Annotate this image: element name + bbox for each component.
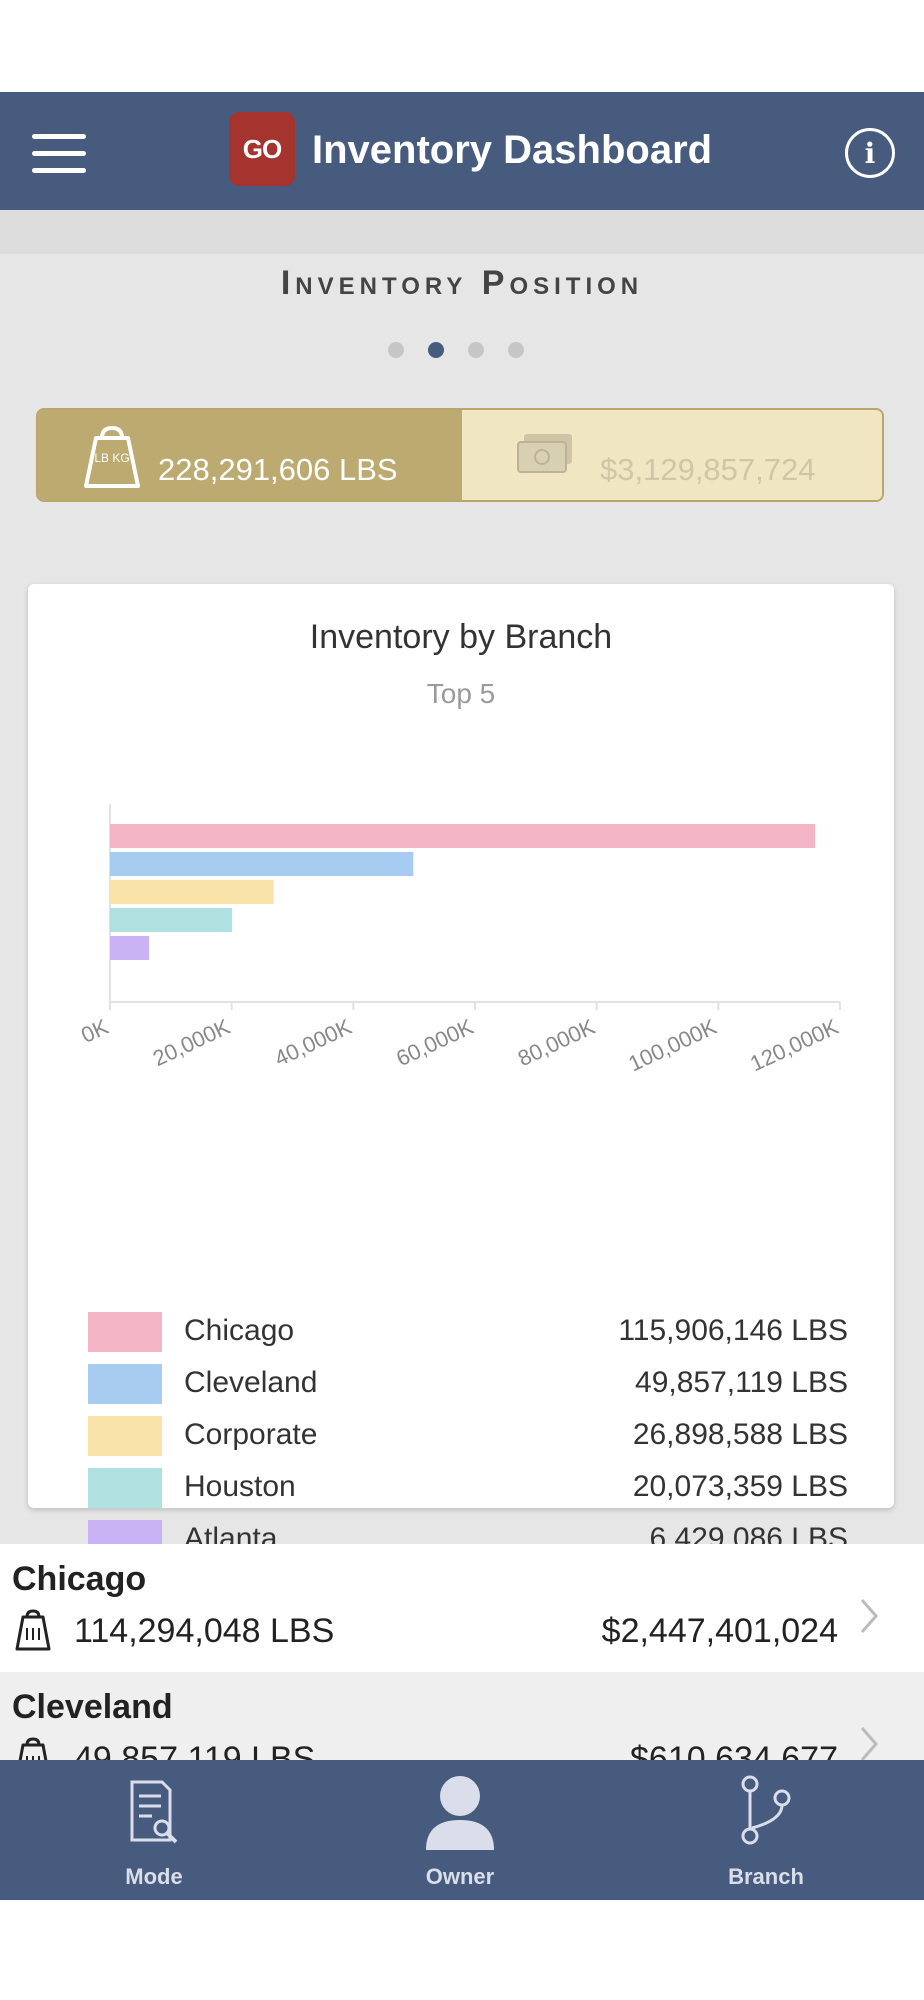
- branch-value: $2,447,401,024: [601, 1612, 838, 1650]
- legend-swatch: [88, 1468, 162, 1508]
- app-title: Inventory Dashboard: [312, 128, 713, 172]
- weight-icon: LB KG: [84, 425, 140, 488]
- bar-cleveland: [110, 852, 414, 876]
- chevron-right-icon: [860, 1599, 878, 1633]
- weight-total: 228,291,606 LBS: [158, 452, 398, 487]
- legend-row: Houston 20,073,359 LBS: [88, 1464, 848, 1512]
- legend-swatch: [88, 1312, 162, 1352]
- x-tick-label: 0K: [77, 1014, 112, 1048]
- bar-atlanta: [110, 936, 150, 960]
- legend-row: Chicago 115,906,146 LBS: [88, 1308, 848, 1356]
- legend-swatch: [88, 1416, 162, 1456]
- value-toggle-button[interactable]: $3,129,857,724: [462, 410, 882, 500]
- page-dot-2[interactable]: [428, 342, 444, 358]
- legend-row: Cleveland 49,857,119 LBS: [88, 1360, 848, 1408]
- page-indicator: [388, 342, 538, 362]
- chart-card: Inventory by Branch Top 5 0K 20,000K 40,00…: [28, 584, 894, 1560]
- x-tick-label: 80,000K: [514, 1014, 599, 1071]
- page-dot-3[interactable]: [468, 342, 484, 358]
- legend-name: Houston: [184, 1470, 296, 1503]
- legend-name: Chicago: [184, 1314, 295, 1347]
- nav-label-owner: Owner: [425, 1864, 495, 1889]
- bottom-nav: Mode Owner Branch: [0, 1760, 924, 1900]
- x-tick-label: 20,000K: [149, 1014, 234, 1071]
- nav-branch[interactable]: Branch: [666, 1760, 866, 1900]
- menu-icon[interactable]: [32, 134, 88, 174]
- branch-name: Cleveland: [12, 1688, 173, 1726]
- section-title: Inventory Position: [280, 264, 644, 302]
- top-bar: GO Inventory Dashboard i: [0, 92, 924, 210]
- page-dot-4[interactable]: [508, 342, 524, 358]
- chevron-right-icon: [860, 1727, 878, 1761]
- bar-houston: [110, 908, 233, 932]
- weight-toggle-button[interactable]: LB KG 228,291,606 LBS: [38, 410, 462, 500]
- chart-title: Inventory by Branch: [309, 618, 613, 656]
- nav-label-mode: Mode: [125, 1864, 183, 1889]
- nav-owner[interactable]: Owner: [360, 1760, 560, 1900]
- unit-toggle: LB KG 228,291,606 LBS $3,129,857,724: [36, 408, 884, 502]
- nav-label-branch: Branch: [728, 1864, 804, 1889]
- branch-weight: 114,294,048 LBS: [74, 1612, 335, 1650]
- legend-value: 49,857,119 LBS: [635, 1366, 848, 1399]
- app-logo: GO: [229, 112, 295, 186]
- chart-subtitle: Top 5: [426, 678, 496, 709]
- nav-mode[interactable]: Mode: [54, 1760, 254, 1900]
- weight-icon: [15, 1609, 51, 1651]
- money-icon: [517, 434, 572, 473]
- page-dot-1[interactable]: [388, 342, 404, 358]
- legend-name: Corporate: [184, 1418, 318, 1451]
- legend-value: 115,906,146 LBS: [618, 1314, 848, 1347]
- x-tick-label: 100,000K: [625, 1014, 721, 1074]
- person-icon: [426, 1776, 494, 1850]
- legend-value: 26,898,588 LBS: [632, 1418, 848, 1451]
- header-divider: [0, 210, 924, 254]
- info-icon[interactable]: i: [845, 128, 895, 178]
- weight-icon-text: LB KG: [94, 451, 129, 465]
- app-screen: GO Inventory Dashboard i Inventory Posit…: [0, 92, 924, 1900]
- x-tick-label: 120,000K: [746, 1014, 842, 1074]
- bar-corporate: [110, 880, 274, 904]
- legend-value: 20,073,359 LBS: [632, 1470, 848, 1503]
- bar-chart: 0K 20,000K 40,000K 60,000K 80,000K 100,000K 12…: [77, 804, 842, 1074]
- document-search-icon: [130, 1780, 178, 1844]
- branch-icon: [741, 1775, 791, 1845]
- bar-chicago: [110, 824, 816, 848]
- x-tick-label: 60,000K: [392, 1014, 477, 1071]
- value-total: $3,129,857,724: [600, 452, 816, 487]
- x-tick-label: 40,000K: [271, 1014, 356, 1071]
- legend-name: Cleveland: [184, 1366, 318, 1399]
- branch-row-chicago[interactable]: Chicago 114,294,048 LBS $2,447,401,024: [0, 1544, 924, 1672]
- legend-row: Corporate 26,898,588 LBS: [88, 1412, 848, 1460]
- branch-name: Chicago: [12, 1560, 147, 1598]
- legend-swatch: [88, 1364, 162, 1404]
